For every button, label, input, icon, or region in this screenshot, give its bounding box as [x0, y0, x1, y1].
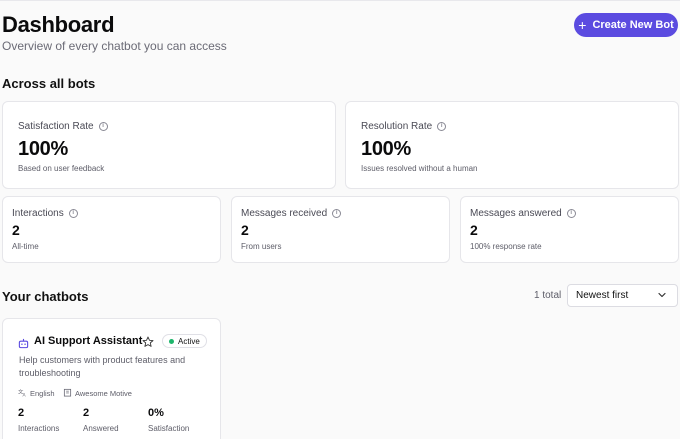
- page-subtitle: Overview of every chatbot you can access: [2, 39, 227, 53]
- satisfaction-rate-value: 100%: [18, 138, 68, 160]
- status-label: Active: [178, 336, 200, 346]
- stat-interactions-value: 2: [18, 407, 25, 419]
- chatbot-language: English: [30, 389, 55, 398]
- sort-selected-label: Newest first: [576, 290, 629, 301]
- messages-received-label: Messages received: [241, 208, 328, 219]
- info-icon[interactable]: i: [566, 209, 576, 218]
- satisfaction-rate-label: Satisfaction Rate: [18, 121, 94, 132]
- interactions-card: Interactions i 2 All-time: [2, 196, 221, 263]
- stat-answered-label: Answered: [83, 424, 119, 433]
- messages-answered-label: Messages answered: [470, 208, 562, 219]
- status-dot: [169, 338, 174, 344]
- messages-received-note: From users: [241, 242, 282, 251]
- chevron-down-icon: [657, 290, 667, 303]
- top-divider: [0, 0, 680, 1]
- resolution-rate-card: Resolution Rate i 100% Issues resolved w…: [345, 101, 679, 189]
- satisfaction-rate-note: Based on user feedback: [18, 164, 105, 173]
- chatbot-card[interactable]: AI Support Assistant Active Help custome…: [2, 318, 221, 439]
- info-icon[interactable]: i: [98, 122, 108, 131]
- interactions-note: All-time: [12, 242, 39, 251]
- resolution-rate-value: 100%: [361, 138, 411, 160]
- stat-interactions-label: Interactions: [18, 424, 60, 433]
- chatbot-workspace: Awesome Motive: [75, 389, 132, 398]
- messages-answered-card: Messages answered i 2 100% response rate: [460, 196, 679, 263]
- chatbot-description: Help customers with product features and…: [19, 355, 186, 378]
- chatbot-name[interactable]: AI Support Assistant: [34, 335, 142, 347]
- create-new-bot-button[interactable]: + Create New Bot: [574, 13, 678, 37]
- messages-answered-note: 100% response rate: [470, 242, 542, 251]
- overview-section-title: Across all bots: [2, 76, 96, 91]
- resolution-rate-label: Resolution Rate: [361, 121, 433, 132]
- translate-icon: 文A: [18, 387, 27, 399]
- building-icon: [63, 388, 72, 399]
- stat-answered-value: 2: [83, 407, 90, 419]
- interactions-label: Interactions: [12, 208, 64, 219]
- chatbots-section-title: Your chatbots: [2, 289, 89, 304]
- satisfaction-rate-card: Satisfaction Rate i 100% Based on user f…: [2, 101, 336, 189]
- messages-received-value: 2: [241, 222, 249, 238]
- stat-satisfaction-label: Satisfaction: [148, 424, 190, 433]
- messages-answered-value: 2: [470, 222, 478, 238]
- interactions-value: 2: [12, 222, 20, 238]
- stat-satisfaction-value: 0%: [148, 407, 164, 419]
- star-icon[interactable]: [142, 335, 154, 353]
- page-title: Dashboard: [2, 12, 115, 37]
- chatbots-total-count: 1 total: [534, 290, 562, 301]
- bot-icon: [18, 336, 29, 354]
- info-icon[interactable]: i: [68, 209, 78, 218]
- resolution-rate-note: Issues resolved without a human: [361, 164, 478, 173]
- status-badge: Active: [162, 334, 207, 348]
- messages-received-card: Messages received i 2 From users: [231, 196, 450, 263]
- svg-text:A: A: [23, 393, 27, 397]
- info-icon[interactable]: i: [437, 122, 447, 131]
- create-new-bot-label: Create New Bot: [592, 19, 674, 31]
- info-icon[interactable]: i: [332, 209, 342, 218]
- plus-icon: +: [578, 16, 587, 33]
- sort-select[interactable]: Newest first: [567, 284, 678, 307]
